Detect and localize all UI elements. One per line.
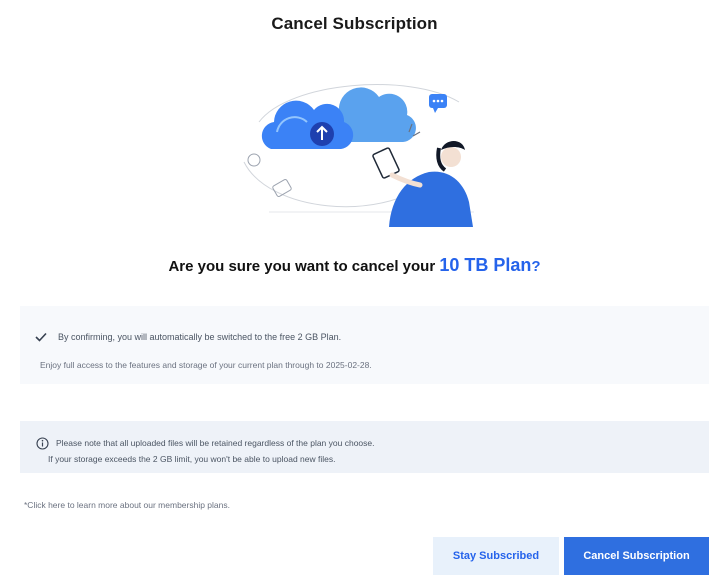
stay-subscribed-button[interactable]: Stay Subscribed xyxy=(433,537,559,575)
question-mark: ? xyxy=(531,258,541,275)
plan-name: 10 TB Plan xyxy=(439,255,532,275)
confirmation-info-box: By confirming, you will automatically be… xyxy=(20,306,709,384)
confirmation-check-row: By confirming, you will automatically be… xyxy=(34,330,341,344)
info-icon xyxy=(36,437,49,450)
membership-plans-link[interactable]: *Click here to learn more about our memb… xyxy=(24,500,230,510)
modal-title: Cancel Subscription xyxy=(271,14,438,33)
check-icon xyxy=(35,332,47,342)
cancel-question: Are you sure you want to cancel your 10 … xyxy=(0,255,709,276)
confirmation-text: By confirming, you will automatically be… xyxy=(58,332,342,342)
notice-line-2: If your storage exceeds the 2 GB limit, … xyxy=(48,454,336,464)
cancel-subscription-button[interactable]: Cancel Subscription xyxy=(564,537,709,575)
cloud-upload-illustration xyxy=(243,84,474,227)
plan-access-text: Enjoy full access to the features and st… xyxy=(40,360,372,370)
question-prefix: Are you sure you want to cancel your xyxy=(168,258,440,275)
storage-notice-box: Please note that all uploaded files will… xyxy=(20,421,709,473)
notice-line-1: Please note that all uploaded files will… xyxy=(56,438,375,448)
